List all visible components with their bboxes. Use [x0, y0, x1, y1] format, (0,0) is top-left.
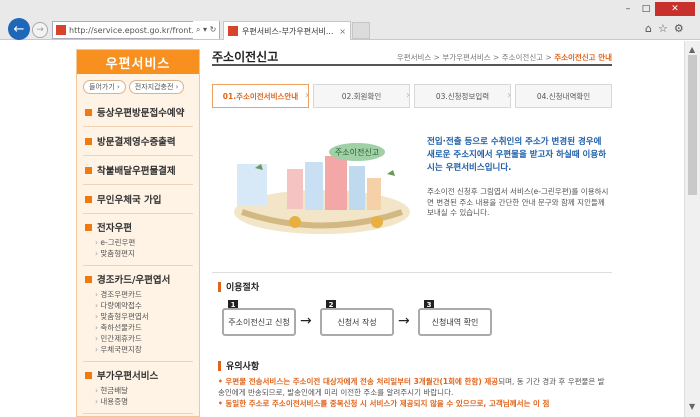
breadcrumb-item[interactable]: 부가우편서비스 — [442, 53, 490, 62]
maximize-button[interactable]: □ — [637, 2, 655, 16]
sidebar-subitem[interactable]: 다량예약접수 — [95, 300, 193, 311]
procedure-step-2: 신청서 작성 — [320, 308, 394, 336]
step-tab-3[interactable]: 03.신청정보입력 › — [414, 84, 511, 108]
scroll-up-icon[interactable]: ▲ — [689, 45, 695, 54]
wallet-charge-button[interactable]: 전자지갑충전 › — [128, 80, 185, 94]
bullet-icon — [85, 223, 92, 231]
chevron-right-icon: › — [507, 90, 511, 101]
forward-arrow-icon[interactable]: → — [32, 22, 48, 38]
tab-favicon-icon — [228, 26, 238, 36]
vertical-scrollbar[interactable]: ▲ ▼ — [684, 41, 700, 417]
sidebar-subitem[interactable]: 경조우편카드 — [95, 289, 193, 300]
illustration-sign-text: 주소이전신고 — [335, 147, 379, 157]
step-tab-4[interactable]: 04.신청내역확인 — [515, 84, 612, 108]
sidebar-item-visit-reservation[interactable]: 등상우편방문접수예약 — [83, 98, 193, 127]
scroll-thumb[interactable] — [688, 55, 697, 195]
address-controls[interactable]: ⌕ ▾ ↻ — [193, 21, 220, 39]
moving-city-illustration: 주소이전신고 — [234, 143, 410, 234]
tab-close-icon[interactable]: × — [339, 27, 346, 36]
chevron-right-icon: › — [305, 90, 310, 101]
bullet-icon — [85, 108, 92, 116]
bullet-icon — [85, 166, 92, 174]
sidebar-subitem[interactable]: 맞춤형편지 — [95, 248, 193, 259]
heading-marker-icon — [218, 281, 221, 292]
notes-list: • 우편물 전송서비스는 주소이전 대상자에게 전송 처리일부터 3개월간(1회… — [218, 376, 610, 409]
heading-marker-icon — [218, 360, 221, 371]
sidebar-subitem[interactable]: 축하선물카드 — [95, 322, 193, 333]
sidebar-group-title[interactable]: 경조카드/우편엽서 — [85, 272, 193, 286]
toolbar-icons: ⌂ ☆ ⚙ — [645, 22, 684, 35]
procedure-step-1: 주소이전신고 신청 — [222, 308, 296, 336]
intro-highlight-text: 전입·전출 등으로 수취인의 주소가 변경된 경우에 새로운 주소지에서 우편물… — [427, 137, 607, 173]
bullet-icon — [85, 275, 92, 283]
minimize-button[interactable]: – — [619, 2, 637, 16]
breadcrumb-item[interactable]: 우편서비스 — [397, 53, 432, 62]
settings-gear-icon[interactable]: ⚙ — [674, 22, 684, 35]
close-window-button[interactable]: ✕ — [655, 2, 695, 16]
breadcrumb-item[interactable]: 주소이전신고 — [502, 53, 543, 62]
note-item: • 동일한 주소로 주소이전서비스를 중복신청 시 서비스가 제공되지 않을 수… — [218, 399, 550, 408]
sidebar-title: 우편서비스 — [77, 50, 199, 74]
enter-button[interactable]: 들어가기 › — [83, 80, 126, 94]
bullet-icon — [85, 195, 92, 203]
section-divider — [212, 272, 612, 273]
browser-tab[interactable]: 우편서비스-부가우편서비... × — [223, 21, 351, 40]
sidebar-subitem[interactable]: 맞춤형우편엽서 — [95, 311, 193, 322]
title-divider — [212, 64, 612, 66]
back-arrow-icon[interactable]: ← — [8, 18, 30, 40]
sidebar-group-title[interactable]: 전자우편 — [85, 220, 193, 234]
sidebar-subitem[interactable]: 내용증명 — [95, 396, 193, 407]
tab-title: 우편서비스-부가우편서비... — [242, 26, 334, 36]
breadcrumb: 우편서비스 > 부가우편서비스 > 주소이전신고 > 주소이전신고 안내 — [396, 53, 612, 62]
notes-heading: 유의사항 — [218, 359, 259, 372]
browser-titlebar: – □ ✕ ← → http://service.epost.go.kr/fro… — [0, 0, 700, 40]
arrow-right-icon: → — [300, 313, 312, 329]
note-item: • 우편물 전송서비스는 주소이전 대상자에게 전송 처리일부터 3개월간(1회… — [218, 377, 605, 397]
sidebar: 우편서비스 들어가기 › 전자지갑충전 › 등상우편방문접수예약 방문결제영수증… — [76, 49, 200, 417]
sidebar-item-receipt-print[interactable]: 방문결제영수증출력 — [83, 127, 193, 156]
step-tab-1[interactable]: 01.주소이전서비스안내 › — [212, 84, 309, 108]
bullet-icon — [85, 137, 92, 145]
arrow-right-icon: → — [398, 313, 410, 329]
sidebar-group-email: 전자우편 e-그린우편 맞춤형편지 — [83, 214, 193, 266]
intro-description-text: 주소이전 신청후 그림엽서 서비스(e-그린우편)를 이용하시면 변경된 주소 … — [427, 187, 609, 217]
sidebar-subitem[interactable]: e-그린우편 — [95, 237, 193, 248]
sidebar-subitem[interactable]: 민간제휴카드 — [95, 333, 193, 344]
new-tab-button[interactable] — [352, 22, 370, 39]
step-tabs: 01.주소이전서비스안내 › 02.회원확인 › 03.신청정보입력 › 04.신청내… — [212, 84, 612, 108]
scroll-down-icon[interactable]: ▼ — [689, 402, 695, 411]
home-icon[interactable]: ⌂ — [645, 22, 652, 35]
sidebar-group-cards: 경조카드/우편엽서 경조우편카드 다량예약접수 맞춤형우편엽서 축하선물카드 민… — [83, 266, 193, 362]
main-content: 주소이전신고 우편서비스 > 부가우편서비스 > 주소이전신고 > 주소이전신고… — [212, 46, 612, 417]
step-tab-2[interactable]: 02.회원확인 › — [313, 84, 410, 108]
procedure-step-3: 신청내역 확인 — [418, 308, 492, 336]
sidebar-item-cod-payment[interactable]: 착불배달우편물결제 — [83, 156, 193, 185]
chevron-right-icon: › — [406, 90, 410, 101]
breadcrumb-current: 주소이전신고 안내 — [554, 53, 612, 62]
procedure-steps: 1 주소이전신고 신청 → 2 신청서 작성 → 3 신청내역 확인 — [218, 300, 608, 340]
procedure-heading: 이용절차 — [218, 280, 259, 293]
site-favicon-icon — [56, 25, 66, 35]
sidebar-item-unmanned-office[interactable]: 무인우체국 가입 — [83, 185, 193, 214]
sidebar-group-title[interactable]: 부가우편서비스 — [85, 368, 193, 382]
sidebar-subitem[interactable]: 우체국편지장 — [95, 344, 193, 355]
bullet-icon — [85, 371, 92, 379]
favorites-star-icon[interactable]: ☆ — [658, 22, 668, 35]
sidebar-subitem[interactable]: 현금배달 — [95, 385, 193, 396]
page-title: 주소이전신고 — [212, 50, 279, 64]
sidebar-group-additional: 부가우편서비스 현금배달 내용증명 — [83, 362, 193, 414]
